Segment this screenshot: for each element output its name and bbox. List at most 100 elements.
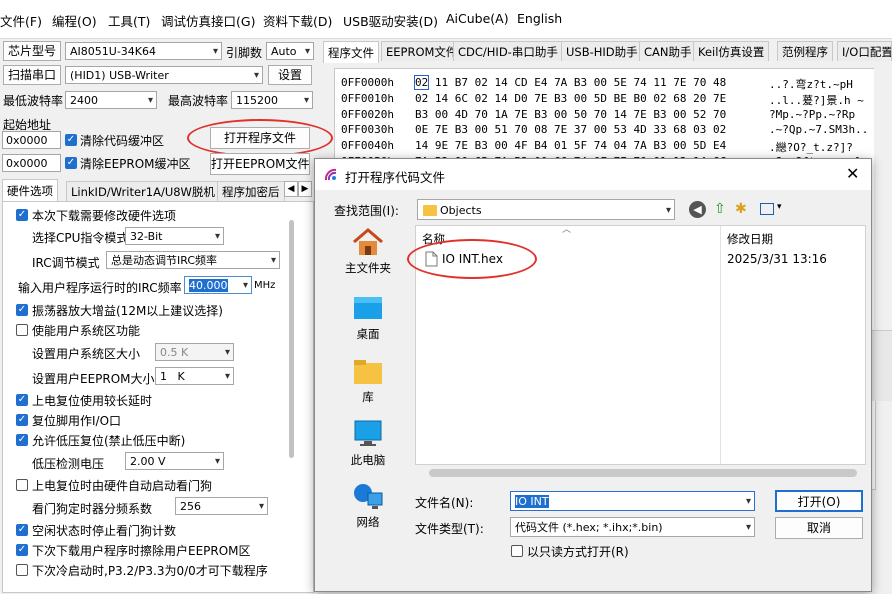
user-system-area-checkbox[interactable]	[16, 324, 28, 336]
chevron-down-icon: ▾	[665, 205, 671, 216]
chevron-down-icon[interactable]: ▾	[777, 202, 782, 212]
open-eeprom-file-button[interactable]: 打开EEPROM文件	[210, 153, 310, 175]
min-baud-value: 2400	[70, 94, 98, 107]
irc-freq-label: 输入用户程序运行时的IRC频率	[18, 281, 182, 295]
chevron-down-icon: ▾	[242, 280, 248, 291]
reset-io-checkbox[interactable]: ✓	[16, 414, 28, 426]
tab-io-config[interactable]: I/O口配置	[837, 41, 892, 61]
hex-row[interactable]: 0FF0040h 14 9E 7E B3 00 4F B4 01 5F 74 04…	[341, 139, 726, 152]
tab-examples[interactable]: 范例程序	[777, 41, 833, 61]
computer-icon	[354, 420, 382, 446]
cold-start-checkbox[interactable]	[16, 564, 28, 576]
desktop-icon	[354, 297, 382, 319]
close-icon[interactable]: ✕	[846, 164, 859, 183]
sort-ascending-icon: ︿	[562, 225, 572, 235]
min-baud-select[interactable]: 2400 ▾	[65, 91, 157, 109]
tab-hardware-options[interactable]: 硬件选项	[2, 179, 58, 201]
filename-input[interactable]: IO INT ▾	[510, 491, 755, 511]
hex-row[interactable]: 0FF0030h 0E 7E B3 00 51 70 08 7E 37 00 53…	[341, 123, 726, 136]
chip-model-button[interactable]: 芯片型号	[3, 41, 61, 61]
filetype-select[interactable]: 代码文件 (*.hex; *.ihx;*.bin) ▾	[510, 517, 755, 537]
lv-detect-select[interactable]: 2.00 V ▾	[125, 452, 224, 470]
filetype-label: 文件类型(T):	[415, 522, 484, 536]
system-area-size-select[interactable]: 0.5 K ▾	[155, 343, 234, 361]
place-network-label: 网络	[356, 515, 380, 529]
hex-ascii: ?Mp.~?Pp.~?Rp	[769, 107, 856, 121]
clear-eeprom-checkbox[interactable]: ✓	[65, 157, 77, 169]
place-network[interactable]: 网络	[333, 481, 403, 530]
up-folder-icon[interactable]: ⇧	[714, 201, 726, 217]
hex-row[interactable]: 0FF0010h 02 14 6C 02 14 D0 7E B3 00 5D BE…	[341, 92, 726, 105]
chevron-down-icon: ▾	[224, 347, 230, 358]
tab-keil-sim[interactable]: Keil仿真设置	[693, 41, 770, 61]
wdt-prescaler-select[interactable]: 256 ▾	[175, 497, 268, 515]
place-home[interactable]: 主文件夹	[333, 227, 403, 276]
lookin-select[interactable]: Objects ▾	[417, 199, 675, 220]
lookin-label: 查找范围(I):	[334, 204, 399, 218]
modify-hardware-checkbox[interactable]: ✓	[16, 209, 28, 221]
tab-program-file[interactable]: 程序文件	[323, 41, 379, 63]
tab-cdc-hid-serial[interactable]: CDC/HID-串口助手	[453, 41, 563, 61]
min-baud-label: 最低波特率	[3, 94, 64, 108]
file-list-hscrollbar[interactable]	[429, 469, 857, 477]
cpu-mode-label: 选择CPU指令模式	[32, 231, 129, 245]
tab-usb-hid[interactable]: USB-HID助手	[561, 41, 643, 61]
menu-debug[interactable]: 调试仿真接口(G)	[161, 11, 255, 30]
tab-encrypt[interactable]: 程序加密后	[217, 181, 285, 201]
port-select[interactable]: (HID1) USB-Writer ▾	[65, 66, 263, 84]
hex-bytes: 14 9E 7E B3 00 4F B4 01 5F 74 04 7A B3 0…	[414, 139, 727, 153]
hex-row[interactable]: 0FF0000h 02 11 B7 02 14 CD E4 7A B3 00 5E…	[341, 75, 726, 90]
back-icon[interactable]: ◀	[689, 201, 706, 218]
osc-gain-checkbox[interactable]: ✓	[16, 304, 28, 316]
chevron-down-icon: ▾	[224, 371, 230, 382]
dialog-title: 打开程序代码文件	[345, 170, 446, 185]
hex-ascii: ..?.弯z?t.~pH	[769, 78, 853, 91]
low-voltage-reset-label: 允许低压复位(禁止低压中断)	[32, 434, 186, 448]
menu-program[interactable]: 编程(O)	[52, 11, 97, 30]
cancel-button[interactable]: 取消	[775, 517, 863, 539]
places-bar: 主文件夹 桌面 库 此电脑 网络	[328, 225, 408, 537]
menu-file[interactable]: 文件(F)	[0, 11, 42, 30]
filename-value: IO INT	[515, 495, 549, 508]
hex-ascii: ..l..萲?]景.h ~	[769, 93, 864, 107]
pins-select[interactable]: Auto ▾	[266, 42, 314, 60]
idle-stop-wdt-checkbox[interactable]: ✓	[16, 524, 28, 536]
hex-scrollbar[interactable]	[874, 68, 892, 358]
view-menu-icon[interactable]	[760, 203, 774, 215]
eeprom-size-select[interactable]: 1 K ▾	[155, 367, 234, 385]
irc-freq-input[interactable]: 40.000 ▾	[184, 276, 252, 294]
irc-mode-select[interactable]: 总是动态调节IRC频率 ▾	[106, 251, 280, 269]
osc-gain-label: 振荡器放大增益(12M以上建议选择)	[32, 304, 223, 318]
eeprom-address-input[interactable]: 0x0000	[2, 154, 61, 172]
menu-tools[interactable]: 工具(T)	[108, 11, 150, 30]
tab-eeprom-file[interactable]: EEPROM文件	[381, 41, 463, 61]
tab-can[interactable]: CAN助手	[639, 41, 697, 61]
low-voltage-reset-checkbox[interactable]: ✓	[16, 434, 28, 446]
chevron-down-icon: ▾	[745, 522, 751, 533]
clear-code-checkbox[interactable]: ✓	[65, 134, 77, 146]
watchdog-auto-checkbox[interactable]	[16, 479, 28, 491]
options-scrollbar[interactable]	[289, 220, 294, 458]
open-button[interactable]: 打开(O)	[775, 490, 863, 512]
file-list: ︿ 名称 修改日期 IO INT.hex 2025/3/31 13:16	[407, 225, 866, 465]
code-address-input[interactable]: 0x0000	[2, 131, 61, 149]
settings-button[interactable]: 设置	[268, 65, 312, 85]
reset-delay-checkbox[interactable]: ✓	[16, 394, 28, 406]
cpu-mode-select[interactable]: 32-Bit ▾	[125, 227, 224, 245]
place-this-pc[interactable]: 此电脑	[333, 419, 403, 468]
place-desktop[interactable]: 桌面	[333, 295, 403, 342]
max-baud-select[interactable]: 115200 ▾	[231, 91, 313, 109]
tab-linkid[interactable]: LinkID/Writer1A/U8W脱机	[66, 181, 220, 201]
hex-row[interactable]: 0FF0020h B3 00 4D 70 1A 7E B3 00 50 70 14…	[341, 108, 726, 121]
place-library[interactable]: 库	[333, 358, 403, 405]
tab-scroll-left-icon[interactable]: ◀	[284, 181, 298, 197]
scan-port-button[interactable]: 扫描串口	[3, 65, 61, 85]
erase-eeprom-checkbox[interactable]: ✓	[16, 544, 28, 556]
new-folder-icon[interactable]: ✱	[735, 201, 747, 217]
chip-model-select[interactable]: AI8051U-34K64 ▾	[65, 42, 222, 60]
idle-stop-wdt-label: 空闲状态时停止看门狗计数	[32, 524, 177, 538]
column-date-header[interactable]: 修改日期	[727, 231, 773, 247]
tab-scroll-right-icon[interactable]: ▶	[298, 181, 312, 197]
readonly-checkbox[interactable]	[511, 545, 523, 557]
hex-address: 0FF0030h	[341, 123, 394, 137]
